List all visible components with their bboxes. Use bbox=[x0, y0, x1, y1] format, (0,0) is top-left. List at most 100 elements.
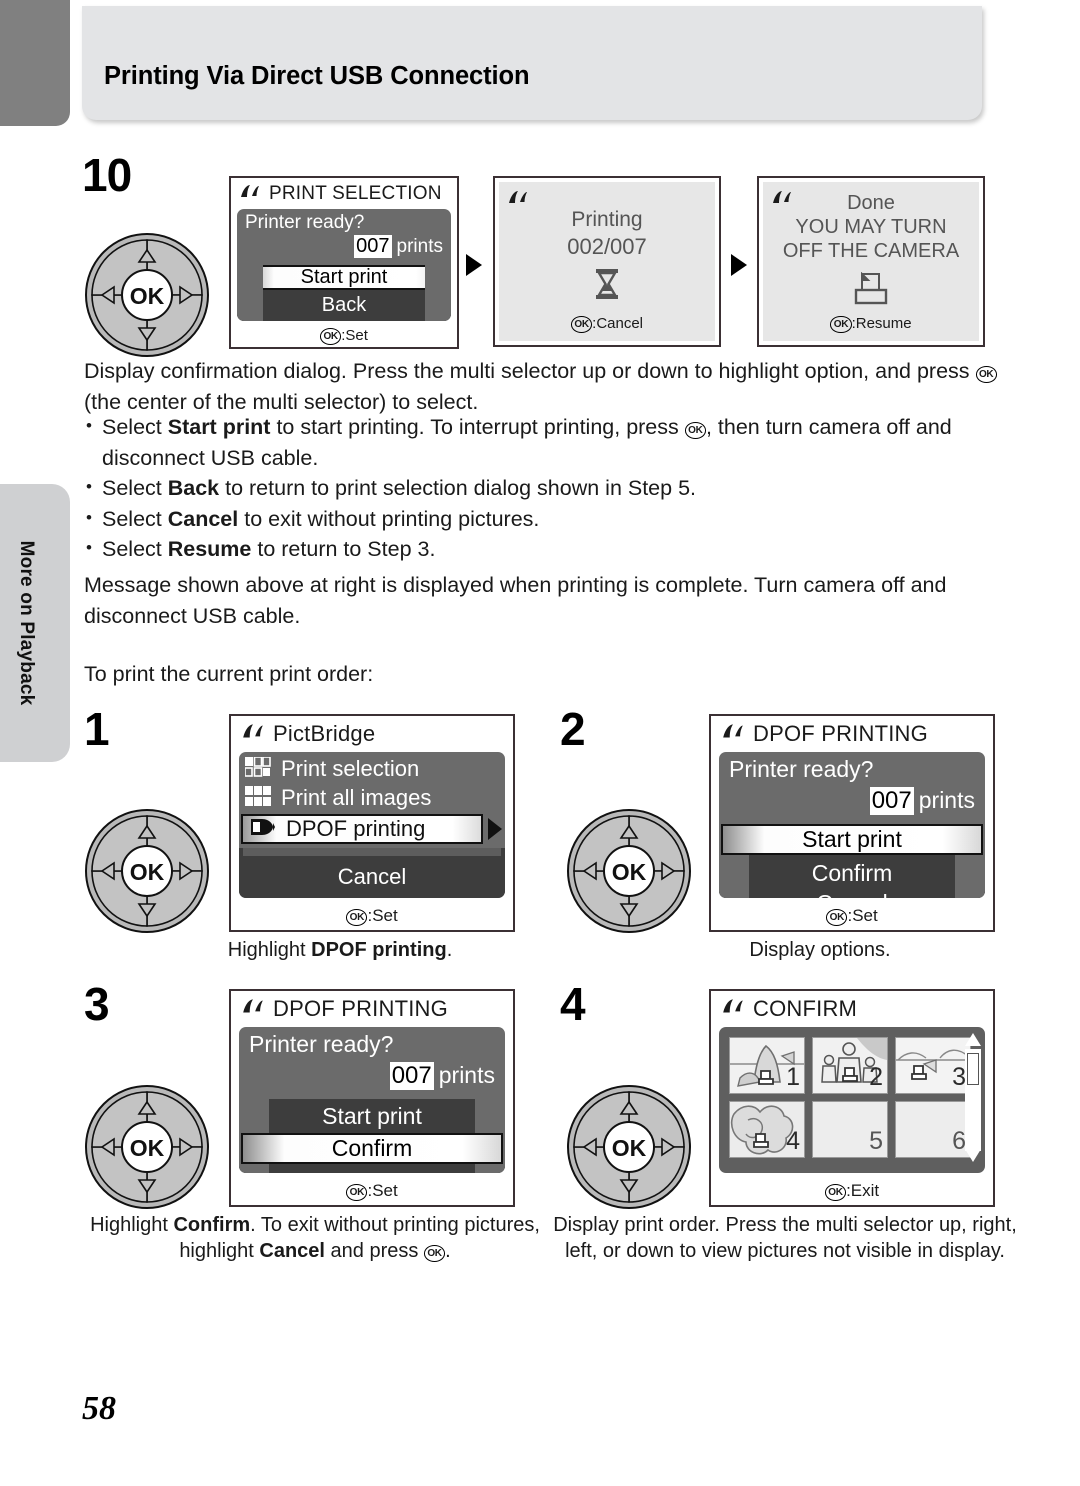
scrollbar-thumb[interactable] bbox=[967, 1053, 979, 1085]
menu-item-print-all-images[interactable]: Print all images bbox=[245, 785, 431, 811]
lcd-title: PRINT SELECTION bbox=[269, 183, 442, 204]
thumbnail-1[interactable]: 1 bbox=[729, 1037, 805, 1094]
footer-action-label: :Exit bbox=[846, 1181, 880, 1200]
ok-button-icon: OK bbox=[830, 316, 852, 333]
multi-selector-dial-step4[interactable]: OK bbox=[566, 1084, 692, 1210]
thumbnail-3[interactable]: 3 bbox=[895, 1037, 971, 1094]
step10-bullet-list: Select Start print to start printing. To… bbox=[84, 411, 1004, 565]
step10-paragraph-1: Display confirmation dialog. Press the m… bbox=[84, 356, 999, 417]
pictbridge-logo-icon bbox=[239, 183, 261, 205]
lcd-title: DPOF PRINTING bbox=[753, 721, 928, 746]
lcd-print-selection: PRINT SELECTION Printer ready? 007 prints… bbox=[229, 176, 459, 349]
grid-partial-icon bbox=[244, 755, 271, 782]
ok-button-icon: OK bbox=[826, 909, 848, 926]
bullet-back: Select Back to return to print selection… bbox=[84, 472, 1004, 504]
lcd-footer: OK:Set bbox=[231, 327, 457, 345]
menu-item-print-selection[interactable]: Print selection bbox=[244, 755, 420, 782]
lcd-confirm-print-order: CONFIRM 1 2 3 4 5 6 OK:Exit bbox=[709, 989, 995, 1207]
multi-selector-dial-step2[interactable]: OK bbox=[566, 808, 692, 934]
lcd-printing-progress: Printing 002/007 OK:Cancel bbox=[493, 176, 721, 347]
triangle-down-icon[interactable] bbox=[965, 1149, 981, 1167]
lcd-footer: OK:Resume bbox=[763, 315, 979, 333]
pictbridge-logo-icon bbox=[241, 997, 265, 1021]
thumbnail-6[interactable]: 6 bbox=[895, 1101, 971, 1158]
step-number-3: 3 bbox=[84, 978, 110, 1030]
option-confirm[interactable]: Confirm bbox=[241, 1133, 503, 1164]
lcd-footer: OK:Exit bbox=[711, 1181, 993, 1201]
ok-button-icon: OK bbox=[346, 909, 368, 926]
ok-button-icon: OK bbox=[570, 316, 593, 333]
ok-button-icon: OK bbox=[320, 328, 342, 345]
section-side-tab: More on Playback bbox=[0, 484, 70, 762]
thumbnail-5[interactable]: 5 bbox=[812, 1101, 888, 1158]
bullet-pre: Select bbox=[102, 476, 168, 500]
caption-pre: Highlight bbox=[227, 939, 312, 961]
multi-selector-dial-step10[interactable]: OK bbox=[84, 232, 210, 358]
option-start-print[interactable]: Start print bbox=[239, 1101, 505, 1131]
thumbnail-panel: 1 2 3 4 5 6 bbox=[719, 1027, 985, 1173]
chevron-right-icon[interactable] bbox=[487, 817, 503, 846]
ok-button-icon: OK bbox=[423, 1245, 446, 1262]
option-cancel[interactable]: Cancel bbox=[719, 888, 985, 898]
svg-text:OK: OK bbox=[612, 859, 647, 885]
thumbnail-number: 3 bbox=[952, 1063, 966, 1091]
bullet-post: to return to print selection dialog show… bbox=[219, 476, 697, 500]
option-start-print[interactable]: Start print bbox=[721, 824, 983, 855]
svg-text:OK: OK bbox=[130, 1135, 165, 1161]
print-count-unit: prints bbox=[438, 1062, 495, 1088]
thumbnail-number: 4 bbox=[786, 1127, 800, 1155]
print-count-value: 007 bbox=[869, 787, 914, 815]
menu-item-dpof-printing[interactable]: DPOF printing bbox=[241, 814, 483, 844]
footer-action-label: :Set bbox=[847, 906, 878, 925]
bullet-bold: Start print bbox=[167, 415, 271, 439]
dialog-panel: Printer ready? 007 prints Start print Con… bbox=[719, 752, 985, 898]
thumbnail-number: 5 bbox=[869, 1127, 883, 1155]
menu-panel: Print selection Print all images DPOF pr… bbox=[239, 752, 505, 898]
menu-separator bbox=[243, 848, 501, 856]
step10-paragraph-2: Message shown above at right is displaye… bbox=[84, 573, 947, 628]
svg-text:OK: OK bbox=[130, 859, 165, 885]
flow-arrow-1-icon bbox=[466, 254, 482, 276]
done-line-1: Done bbox=[847, 192, 895, 214]
bullet-pre: Select bbox=[102, 537, 168, 561]
step-number-1: 1 bbox=[84, 703, 110, 755]
page-title: Printing Via Direct USB Connection bbox=[104, 62, 530, 90]
print-order-lead-in: To print the current print order: bbox=[84, 662, 374, 686]
option-cancel[interactable]: Cancel bbox=[239, 1167, 505, 1173]
thumbnail-number: 1 bbox=[786, 1063, 800, 1091]
bullet-pre: Select bbox=[102, 506, 168, 531]
thumbnail-4[interactable]: 4 bbox=[729, 1101, 805, 1158]
printing-progress-value: 002/007 bbox=[567, 234, 647, 259]
printer-ready-prompt: Printer ready? bbox=[245, 212, 365, 233]
thumbnail-number: 2 bbox=[869, 1063, 883, 1091]
step-number-10: 10 bbox=[82, 149, 132, 201]
lcd-pictbridge-menu: PictBridge Print selection Print all ima… bbox=[229, 714, 515, 932]
print-count-row: 007 prints bbox=[354, 235, 443, 258]
lcd-title: CONFIRM bbox=[753, 996, 858, 1021]
menu-item-label: Print selection bbox=[281, 756, 420, 781]
multi-selector-dial-step3[interactable]: OK bbox=[84, 1084, 210, 1210]
footer-action-label: :Cancel bbox=[592, 315, 644, 333]
header-corner-tab bbox=[0, 0, 70, 126]
printer-ready-prompt: Printer ready? bbox=[249, 1031, 394, 1057]
multi-selector-dial-step1[interactable]: OK bbox=[84, 808, 210, 934]
menu-item-cancel[interactable]: Cancel bbox=[239, 862, 505, 892]
footer-action-label: :Resume bbox=[851, 315, 912, 333]
bullet-pre: Select bbox=[102, 415, 168, 439]
thumbnail-2[interactable]: 2 bbox=[812, 1037, 888, 1094]
panel-left-stripe bbox=[237, 265, 263, 321]
option-cancel[interactable]: Cancel bbox=[237, 319, 451, 321]
ok-button-icon: OK bbox=[975, 366, 997, 383]
step4-caption: Display print order. Press the multi sel… bbox=[553, 1214, 1017, 1262]
option-start-print[interactable]: Start print bbox=[239, 265, 449, 290]
bullet-start-print: Select Start print to start printing. To… bbox=[84, 411, 1004, 473]
option-confirm[interactable]: Confirm bbox=[719, 858, 985, 888]
caption-e: and press bbox=[324, 1240, 424, 1262]
hourglass-icon bbox=[499, 268, 715, 305]
dpof-icon bbox=[249, 817, 276, 842]
printing-status-label: Printing bbox=[571, 208, 643, 231]
lcd-dpof-printing-step3: DPOF PRINTING Printer ready? 007 prints S… bbox=[229, 989, 515, 1207]
done-line-2: YOU MAY TURN bbox=[795, 216, 947, 238]
printer-ready-prompt: Printer ready? bbox=[729, 756, 874, 782]
option-back[interactable]: Back bbox=[237, 293, 451, 318]
